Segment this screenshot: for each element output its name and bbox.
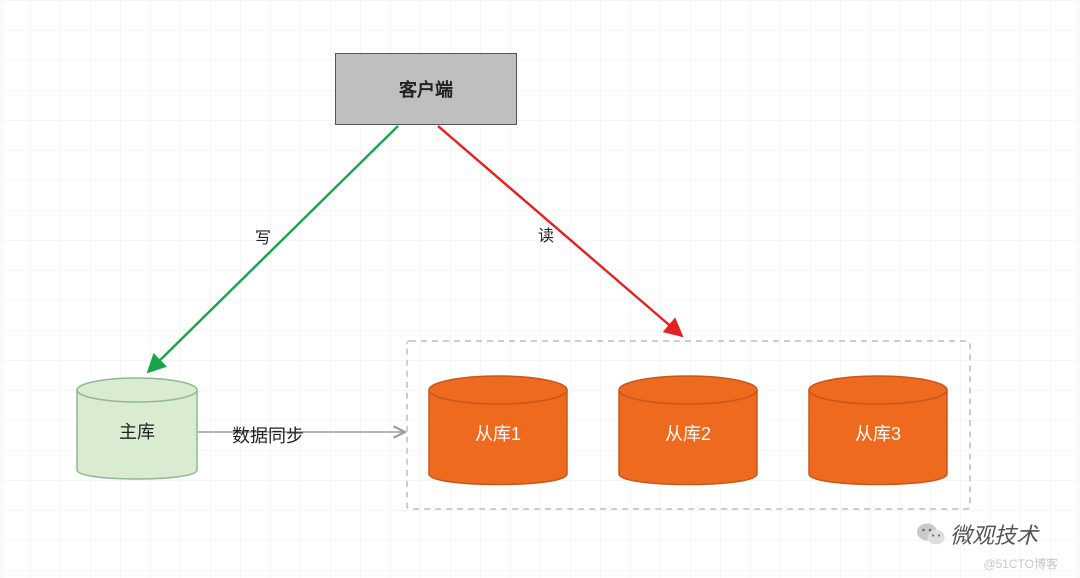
slave-cylinder-2: 从库2: [619, 376, 757, 485]
master-label: 主库: [119, 422, 155, 442]
edge-write-label: 写: [255, 224, 271, 248]
diagram-canvas: 主库 从库1 从库2 从库3 客户端 写 读 数据同步: [0, 0, 1080, 578]
slave-3-label: 从库3: [855, 424, 901, 444]
edge-sync-label: 数据同步: [232, 422, 304, 448]
slave-1-label: 从库1: [475, 424, 521, 444]
slave-cylinder-3: 从库3: [809, 376, 947, 485]
client-node: 客户端: [335, 53, 517, 125]
brand-logo: 微观技术: [916, 518, 1038, 550]
edge-read-label: 读: [538, 222, 554, 246]
slave-2-label: 从库2: [665, 424, 711, 444]
slave-cylinder-1: 从库1: [429, 376, 567, 485]
brand-text: 微观技术: [950, 518, 1038, 550]
wechat-icon: [916, 521, 946, 547]
watermark-text: @51CTO博客: [983, 555, 1058, 572]
client-label: 客户端: [399, 76, 453, 102]
master-cylinder: 主库: [77, 378, 197, 479]
diagram-svg: 主库 从库1 从库2 从库3: [0, 0, 1080, 578]
